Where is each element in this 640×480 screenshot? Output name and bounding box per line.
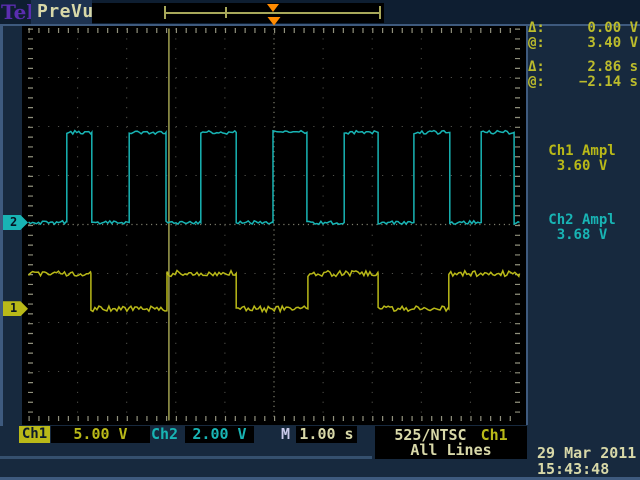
cursor-at-voltage-readout: @: 3.40 V <box>528 36 638 51</box>
graticule-background <box>22 26 526 425</box>
ch2-amplitude-measurement: Ch2 Ampl 3.68 V <box>524 213 640 243</box>
ch1-amplitude-label: Ch1 Ampl <box>524 144 640 159</box>
cursor-at-voltage-value: 3.40 V <box>587 36 638 51</box>
ch2-scale-readout: 2.00 V <box>185 426 254 443</box>
delta-icon: Δ: <box>528 60 545 75</box>
record-view-trigger-icon <box>267 4 279 12</box>
delta-icon: Δ: <box>528 21 545 36</box>
at-icon: @: <box>528 36 545 51</box>
time-value: 15:43:48 <box>537 461 636 477</box>
record-view-cursor-tick <box>225 7 227 18</box>
trigger-mode: All Lines <box>375 443 527 458</box>
ch2-amplitude-value: 3.68 V <box>524 228 640 243</box>
record-view-left-bracket <box>164 6 166 19</box>
timebase-readout: 1.00 s <box>296 426 357 443</box>
timebase-label: M <box>281 426 297 443</box>
video-trigger-readout: 525/NTSC Ch1 All Lines <box>375 426 527 459</box>
cursor-delta-voltage-readout: Δ: 0.00 V <box>528 21 638 36</box>
datetime-readout: 29 Mar 2011 15:43:48 <box>537 445 636 477</box>
ch2-label: Ch2 <box>151 426 185 443</box>
cursor-delta-voltage-value: 0.00 V <box>587 21 638 36</box>
cursor-delta-time-readout: Δ: 2.86 s <box>528 60 638 75</box>
cursor-at-time-value: −2.14 s <box>579 75 638 90</box>
record-view-window-line <box>165 12 380 14</box>
record-view-right-bracket <box>379 6 381 19</box>
at-icon: @: <box>528 75 545 90</box>
ch1-scale-readout: 5.00 V <box>51 426 150 443</box>
ch1-badge: Ch1 <box>19 426 50 443</box>
ch1-amplitude-value: 3.60 V <box>524 159 640 174</box>
oscilloscope-screen: Tek PreVu 2 1 Δ: 0.00 V @: 3.40 V Δ: 2.8… <box>0 0 640 480</box>
acquisition-status-label: PreVu <box>37 0 94 24</box>
date-value: 29 Mar 2011 <box>537 445 636 461</box>
cursor-at-time-readout: @: −2.14 s <box>528 75 638 90</box>
ch1-amplitude-measurement: Ch1 Ampl 3.60 V <box>524 144 640 174</box>
cursor-delta-time-value: 2.86 s <box>587 60 638 75</box>
bezel-line-under-readouts <box>0 456 372 459</box>
bezel-line-left <box>0 26 3 426</box>
ch2-amplitude-label: Ch2 Ampl <box>524 213 640 228</box>
